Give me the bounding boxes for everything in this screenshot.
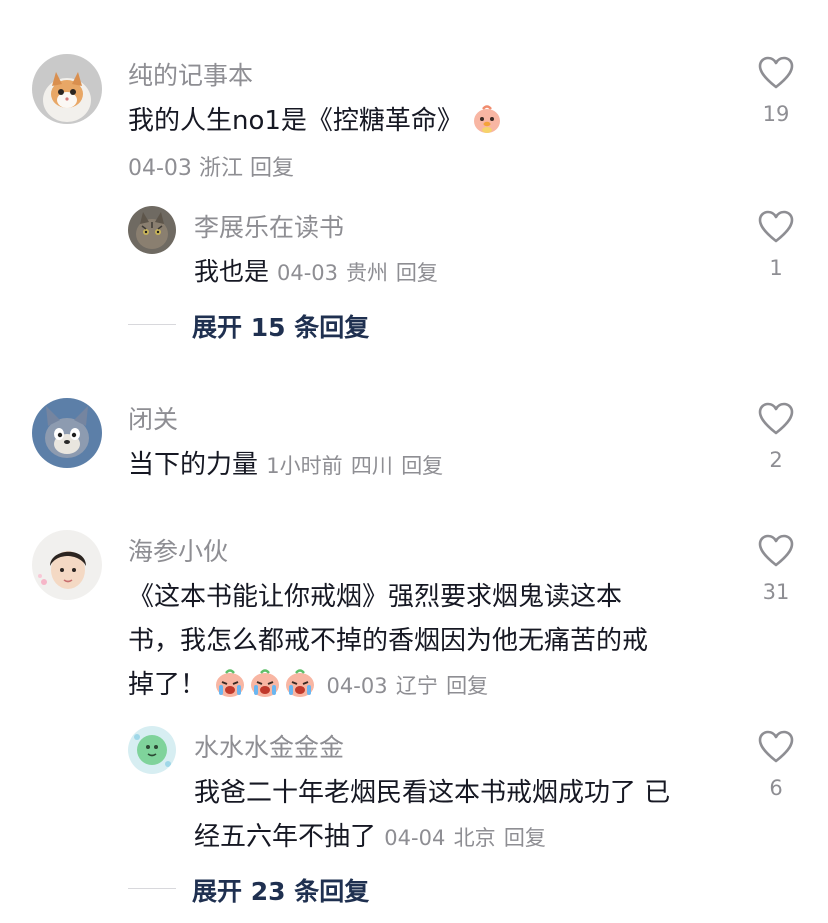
comment-username[interactable]: 海参小伙 [128, 532, 228, 568]
comment-date: 1小时前 [266, 454, 343, 478]
expand-replies[interactable]: 展开 15 条回复 [128, 306, 528, 342]
crying-emoji-icon [214, 667, 318, 706]
comment-text-line: 《这本书能让你戒烟》强烈要求烟鬼读这本 [128, 582, 623, 612]
heart-icon [758, 534, 794, 567]
like-button[interactable] [746, 402, 806, 440]
heart-icon [758, 730, 794, 763]
reply-text: 经五六年不抽了 04-04 北京 回复 [194, 816, 546, 853]
reply-button[interactable]: 回复 [250, 156, 294, 181]
like-count: 19 [762, 102, 790, 126]
comment-body: 当下的力量 [128, 450, 259, 480]
comment-text-line: 掉了！ [128, 670, 207, 700]
reply-username[interactable]: 李展乐在读书 [194, 208, 344, 244]
reply-text-line: 我爸二十年老烟民看这本书戒烟成功了 已 [194, 778, 671, 808]
comment-text-line: 书，我怎么都戒不掉的香烟因为他无痛苦的戒 [128, 626, 649, 656]
comment-date: 04-03 [326, 674, 388, 698]
child-avatar[interactable] [32, 530, 102, 600]
comment-date: 04-03 [128, 156, 192, 181]
like-count: 31 [762, 580, 790, 604]
expand-replies-label[interactable]: 展开 23 条回复 [192, 872, 369, 908]
like-count: 1 [769, 256, 783, 280]
reply-text: 我也是 04-03 贵州 回复 [194, 252, 438, 288]
reply-button[interactable]: 回复 [401, 454, 443, 478]
comment-body: 我的人生no1是《控糖革命》 [128, 106, 463, 136]
comment-username[interactable]: 闭关 [128, 400, 178, 436]
heart-icon [758, 210, 794, 243]
comment-text: 我的人生no1是《控糖革命》 [128, 100, 503, 142]
reply-date: 04-03 [276, 261, 338, 285]
comment-location: 辽宁 [395, 674, 438, 698]
expand-replies[interactable]: 展开 23 条回复 [128, 870, 528, 906]
like-button[interactable] [746, 56, 806, 94]
reply-button[interactable]: 回复 [446, 674, 488, 698]
reply-username[interactable]: 水水水金金金 [194, 728, 344, 764]
like-button[interactable] [746, 210, 806, 248]
kitten-avatar[interactable] [32, 54, 102, 124]
reply-button[interactable]: 回复 [504, 826, 546, 850]
comment-location: 浙江 [198, 156, 243, 181]
divider-line [128, 888, 176, 889]
reply-location: 贵州 [345, 261, 388, 285]
like-button[interactable] [746, 730, 806, 768]
cartoon-cat-avatar[interactable] [32, 398, 102, 468]
reply-text-line: 经五六年不抽了 [194, 822, 377, 852]
chick-emoji-icon [471, 103, 503, 142]
reply-location: 北京 [453, 826, 496, 850]
comment-username[interactable]: 纯的记事本 [128, 56, 253, 92]
like-count: 6 [769, 776, 783, 800]
comment-meta: 04-03 浙江 回复 [128, 150, 294, 182]
green-blob-avatar[interactable] [128, 726, 176, 774]
cat-avatar[interactable] [128, 206, 176, 254]
comment-location: 四川 [350, 454, 393, 478]
reply-body: 我也是 [194, 257, 270, 286]
divider-line [128, 324, 176, 325]
like-count: 2 [769, 448, 783, 472]
like-button[interactable] [746, 534, 806, 572]
comment-text: 掉了！ 04-03 辽宁 回复 [128, 664, 488, 706]
heart-icon [758, 56, 794, 89]
reply-button[interactable]: 回复 [396, 261, 438, 285]
comment-text: 当下的力量 1小时前 四川 回复 [128, 444, 443, 481]
heart-icon [758, 402, 794, 435]
expand-replies-label[interactable]: 展开 15 条回复 [192, 308, 369, 344]
reply-date: 04-04 [384, 826, 446, 850]
